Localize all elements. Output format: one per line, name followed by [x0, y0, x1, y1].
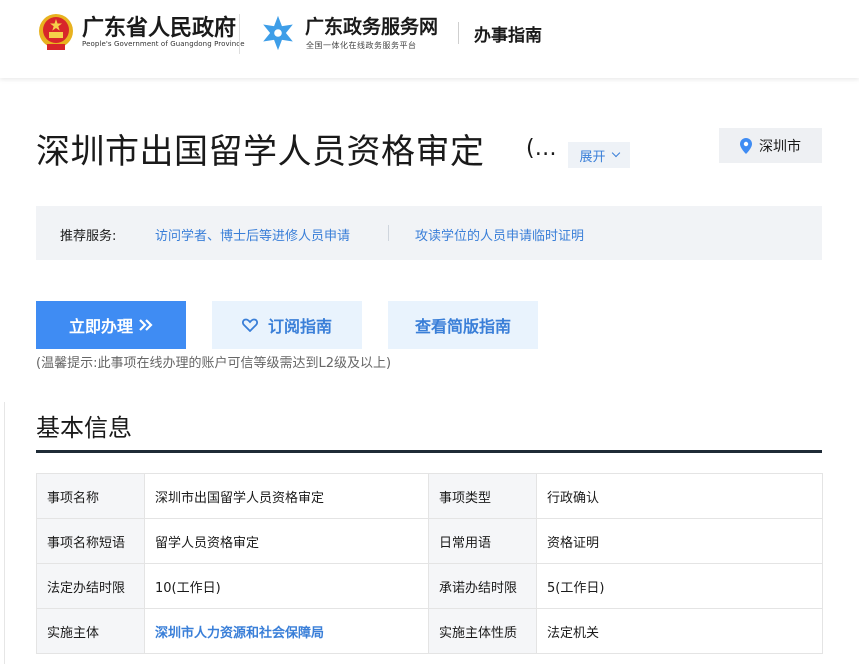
service-network-logo-icon	[263, 15, 293, 51]
apply-now-label: 立即办理	[68, 317, 133, 336]
gov-subtitle: People's Government of Guangdong Provinc…	[82, 40, 245, 48]
expand-button[interactable]: 展开	[568, 142, 630, 168]
location-button[interactable]: 深圳市	[719, 128, 822, 163]
table-value-cell: 行政确认	[536, 473, 823, 519]
expand-label: 展开	[579, 149, 606, 165]
account-level-tip: (温馨提示:此事项在线办理的账户可信等级需达到L2级及以上)	[36, 356, 392, 371]
table-key-cell: 事项类型	[428, 473, 537, 519]
view-simple-guide-button[interactable]: 查看简版指南	[388, 301, 538, 349]
recommended-link-degree-certificate[interactable]: 攻读学位的人员申请临时证明	[415, 225, 584, 244]
apply-now-button[interactable]: 立即办理	[36, 301, 186, 349]
table-row: 法定办结时限 10(工作日) 承诺办结时限 5(工作日)	[36, 563, 823, 609]
chevron-down-icon	[611, 148, 620, 158]
page-title: 深圳市出国留学人员资格审定	[36, 132, 485, 172]
table-row: 事项名称短语 留学人员资格审定 日常用语 资格证明	[36, 518, 823, 564]
table-key-cell: 事项名称短语	[36, 518, 145, 564]
table-row: 实施主体 深圳市人力资源和社会保障局 实施主体性质 法定机关	[36, 608, 823, 654]
table-value-cell: 5(工作日)	[536, 563, 823, 609]
heart-icon	[242, 318, 258, 332]
basic-info-rule	[36, 450, 822, 453]
recommended-services-bar: 推荐服务: 访问学者、博士后等进修人员申请 攻读学位的人员申请临时证明	[36, 206, 822, 260]
table-value-cell: 法定机关	[536, 608, 823, 654]
location-pin-icon	[740, 137, 752, 154]
table-key-cell: 实施主体性质	[428, 608, 537, 654]
table-value-cell: 资格证明	[536, 518, 823, 564]
table-key-cell: 承诺办结时限	[428, 563, 537, 609]
view-simple-guide-label: 查看简版指南	[414, 317, 511, 336]
implementing-agency-link[interactable]: 深圳市人力资源和社会保障局	[144, 608, 429, 654]
recommended-label: 推荐服务:	[60, 229, 117, 244]
service-network-subtitle: 全国一体化在线政务服务平台	[306, 41, 417, 50]
header-divider	[458, 22, 459, 44]
subscribe-guide-label: 订阅指南	[267, 317, 332, 336]
location-label: 深圳市	[759, 138, 801, 155]
table-value-cell: 深圳市出国留学人员资格审定	[144, 473, 429, 519]
table-value-cell: 10(工作日)	[144, 563, 429, 609]
gov-title[interactable]: 广东省人民政府	[82, 10, 236, 42]
header-divider	[239, 14, 240, 54]
table-key-cell: 事项名称	[36, 473, 145, 519]
recommended-divider	[388, 225, 389, 241]
table-key-cell: 法定办结时限	[36, 563, 145, 609]
table-row: 事项名称 深圳市出国留学人员资格审定 事项类型 行政确认	[36, 473, 823, 519]
table-key-cell: 日常用语	[428, 518, 537, 564]
guide-nav-link[interactable]: 办事指南	[474, 21, 542, 46]
service-network-title[interactable]: 广东政务服务网	[305, 12, 438, 39]
national-emblem-icon	[39, 14, 73, 50]
recommended-link-visiting-scholar[interactable]: 访问学者、博士后等进修人员申请	[155, 225, 350, 244]
top-header: 广东省人民政府 People's Government of Guangdong…	[0, 0, 859, 78]
title-ellipsis: (…	[526, 136, 557, 161]
table-key-cell: 实施主体	[36, 608, 145, 654]
double-chevron-right-icon	[139, 319, 153, 331]
table-value-cell: 留学人员资格审定	[144, 518, 429, 564]
subscribe-guide-button[interactable]: 订阅指南	[212, 301, 362, 349]
content-left-border	[4, 402, 5, 664]
basic-info-title: 基本信息	[36, 414, 132, 442]
basic-info-table: 事项名称 深圳市出国留学人员资格审定 事项类型 行政确认 事项名称短语 留学人员…	[36, 473, 823, 654]
